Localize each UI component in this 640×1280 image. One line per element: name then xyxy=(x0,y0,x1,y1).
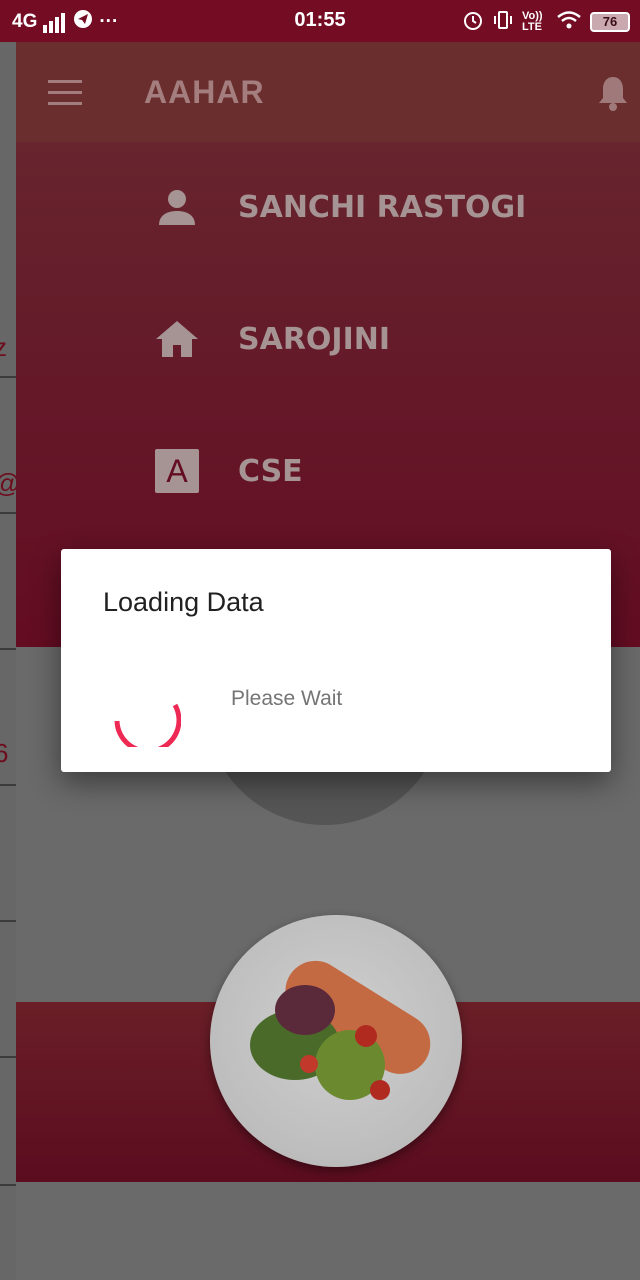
hamburger-menu-icon[interactable] xyxy=(48,80,84,106)
volte-indicator: Vo)) LTE xyxy=(522,9,543,33)
tomato xyxy=(370,1080,390,1100)
drawer-item-branch[interactable]: A CSE xyxy=(154,446,303,496)
dialog-title: Loading Data xyxy=(103,587,264,617)
letter-a-icon: A xyxy=(154,448,200,494)
drawer-item-label: SANCHI RASTOGI xyxy=(238,189,527,225)
drawer-item-label: CSE xyxy=(238,453,303,489)
wifi-icon xyxy=(556,10,582,33)
dialog-message: Please Wait xyxy=(231,687,343,710)
toolbar: AAHAR xyxy=(16,42,640,142)
loading-spinner-icon xyxy=(109,675,182,754)
home-icon xyxy=(154,316,200,362)
salad-greens xyxy=(275,985,335,1035)
battery-indicator: 76 xyxy=(590,11,630,32)
status-bar: 4G ··· 01:55 Vo)) LTE 76 xyxy=(0,0,640,42)
vibrate-icon xyxy=(492,9,514,34)
tomato xyxy=(300,1055,318,1073)
notification-bell-icon[interactable] xyxy=(596,74,630,116)
loading-dialog: Loading Data Please Wait xyxy=(61,549,611,772)
person-icon xyxy=(154,184,200,230)
background-text-fragment: 6 xyxy=(0,738,9,768)
background-text-fragment: z xyxy=(0,332,7,362)
tomato xyxy=(355,1025,377,1047)
drawer-item-user[interactable]: SANCHI RASTOGI xyxy=(154,182,526,232)
alarm-icon xyxy=(462,9,484,34)
drawer-item-hostel[interactable]: SAROJINI xyxy=(154,314,390,364)
drawer-item-label: SAROJINI xyxy=(238,321,391,357)
status-right: Vo)) LTE 76 xyxy=(462,9,630,34)
app-title: AAHAR xyxy=(144,74,265,110)
